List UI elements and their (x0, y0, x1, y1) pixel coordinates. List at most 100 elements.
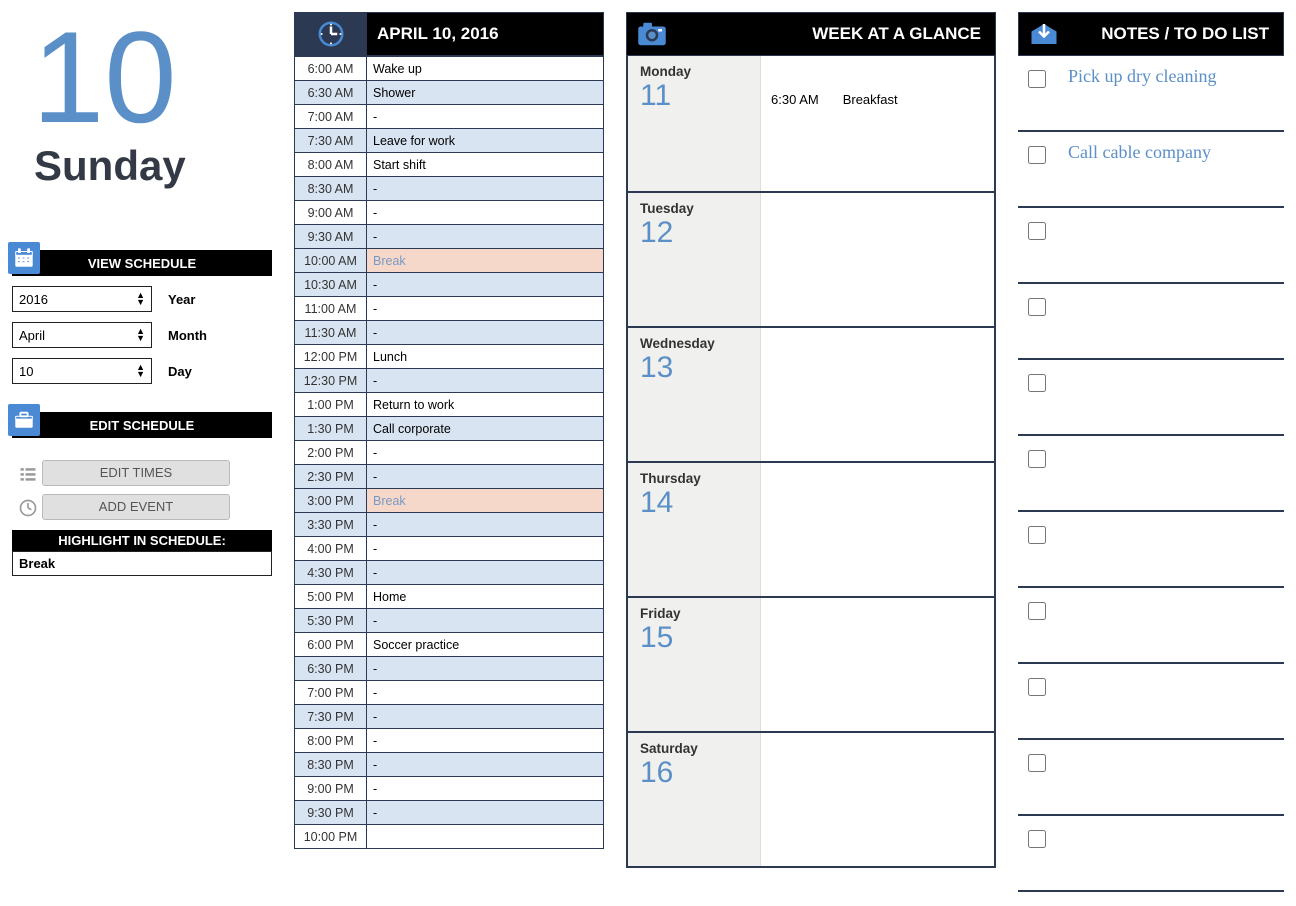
schedule-row[interactable]: 6:00 AMWake up (295, 57, 604, 81)
schedule-event[interactable]: - (367, 729, 604, 753)
note-checkbox[interactable] (1028, 222, 1046, 240)
week-day[interactable]: Wednesday13 (628, 326, 994, 461)
schedule-row[interactable]: 3:00 PMBreak (295, 489, 604, 513)
schedule-row[interactable]: 6:30 AMShower (295, 81, 604, 105)
note-text[interactable]: Pick up dry cleaning (1068, 66, 1216, 87)
schedule-event[interactable]: Soccer practice (367, 633, 604, 657)
schedule-row[interactable]: 5:30 PM- (295, 609, 604, 633)
week-day-events[interactable]: 6:30 AMBreakfast (760, 56, 994, 191)
schedule-event[interactable]: - (367, 753, 604, 777)
schedule-row[interactable]: 3:30 PM- (295, 513, 604, 537)
schedule-row[interactable]: 2:00 PM- (295, 441, 604, 465)
note-checkbox[interactable] (1028, 526, 1046, 544)
schedule-event[interactable]: - (367, 657, 604, 681)
week-day-events[interactable] (760, 598, 994, 731)
spinner-arrows-icon[interactable]: ▲▼ (136, 292, 145, 306)
highlight-input[interactable]: Break (12, 551, 272, 576)
schedule-event[interactable]: - (367, 177, 604, 201)
note-checkbox[interactable] (1028, 602, 1046, 620)
schedule-event[interactable]: - (367, 561, 604, 585)
schedule-row[interactable]: 5:00 PMHome (295, 585, 604, 609)
note-checkbox[interactable] (1028, 298, 1046, 316)
week-day[interactable]: Friday15 (628, 596, 994, 731)
day-spinner[interactable]: 10 ▲▼ (12, 358, 152, 384)
schedule-event[interactable]: - (367, 465, 604, 489)
schedule-row[interactable]: 2:30 PM- (295, 465, 604, 489)
month-spinner[interactable]: April ▲▼ (12, 322, 152, 348)
schedule-row[interactable]: 11:30 AM- (295, 321, 604, 345)
note-checkbox[interactable] (1028, 146, 1046, 164)
schedule-event[interactable]: - (367, 105, 604, 129)
note-checkbox[interactable] (1028, 450, 1046, 468)
schedule-event[interactable]: - (367, 513, 604, 537)
schedule-row[interactable]: 1:30 PMCall corporate (295, 417, 604, 441)
note-checkbox[interactable] (1028, 70, 1046, 88)
schedule-event[interactable] (367, 825, 604, 849)
schedule-row[interactable]: 10:00 PM (295, 825, 604, 849)
schedule-row[interactable]: 9:00 PM- (295, 777, 604, 801)
note-text[interactable]: Call cable company (1068, 142, 1211, 163)
schedule-row[interactable]: 6:30 PM- (295, 657, 604, 681)
schedule-event[interactable]: Return to work (367, 393, 604, 417)
schedule-row[interactable]: 8:30 PM- (295, 753, 604, 777)
note-checkbox[interactable] (1028, 754, 1046, 772)
schedule-row[interactable]: 10:00 AMBreak (295, 249, 604, 273)
week-day[interactable]: Saturday16 (628, 731, 994, 866)
week-day-events[interactable] (760, 733, 994, 866)
year-spinner[interactable]: 2016 ▲▼ (12, 286, 152, 312)
schedule-event[interactable]: - (367, 537, 604, 561)
schedule-row[interactable]: 10:30 AM- (295, 273, 604, 297)
schedule-event[interactable]: - (367, 705, 604, 729)
schedule-event[interactable]: - (367, 801, 604, 825)
spinner-arrows-icon[interactable]: ▲▼ (136, 328, 145, 342)
note-checkbox[interactable] (1028, 678, 1046, 696)
schedule-row[interactable]: 7:00 AM- (295, 105, 604, 129)
schedule-row[interactable]: 6:00 PMSoccer practice (295, 633, 604, 657)
spinner-arrows-icon[interactable]: ▲▼ (136, 364, 145, 378)
note-checkbox[interactable] (1028, 830, 1046, 848)
week-day-events[interactable] (760, 193, 994, 326)
schedule-row[interactable]: 1:00 PMReturn to work (295, 393, 604, 417)
edit-times-button[interactable]: EDIT TIMES (42, 460, 230, 486)
schedule-event[interactable]: - (367, 201, 604, 225)
schedule-event[interactable]: Leave for work (367, 129, 604, 153)
week-day-events[interactable] (760, 463, 994, 596)
schedule-event[interactable]: Break (367, 249, 604, 273)
schedule-row[interactable]: 4:00 PM- (295, 537, 604, 561)
schedule-row[interactable]: 8:00 PM- (295, 729, 604, 753)
schedule-event[interactable]: - (367, 777, 604, 801)
add-event-button[interactable]: ADD EVENT (42, 494, 230, 520)
schedule-event[interactable]: Lunch (367, 345, 604, 369)
schedule-event[interactable]: - (367, 273, 604, 297)
schedule-event[interactable]: Break (367, 489, 604, 513)
schedule-event[interactable]: Wake up (367, 57, 604, 81)
schedule-event[interactable]: Home (367, 585, 604, 609)
schedule-event[interactable]: - (367, 681, 604, 705)
schedule-row[interactable]: 8:00 AMStart shift (295, 153, 604, 177)
schedule-row[interactable]: 8:30 AM- (295, 177, 604, 201)
schedule-row[interactable]: 4:30 PM- (295, 561, 604, 585)
week-day[interactable]: Thursday14 (628, 461, 994, 596)
schedule-row[interactable]: 12:30 PM- (295, 369, 604, 393)
week-day-events[interactable] (760, 328, 994, 461)
schedule-event[interactable]: Shower (367, 81, 604, 105)
schedule-event[interactable]: Call corporate (367, 417, 604, 441)
schedule-event[interactable]: - (367, 369, 604, 393)
schedule-row[interactable]: 9:00 AM- (295, 201, 604, 225)
schedule-event[interactable]: Start shift (367, 153, 604, 177)
schedule-row[interactable]: 7:30 PM- (295, 705, 604, 729)
note-checkbox[interactable] (1028, 374, 1046, 392)
schedule-event[interactable]: - (367, 297, 604, 321)
schedule-row[interactable]: 9:30 PM- (295, 801, 604, 825)
schedule-row[interactable]: 12:00 PMLunch (295, 345, 604, 369)
schedule-event[interactable]: - (367, 609, 604, 633)
week-day[interactable]: Tuesday12 (628, 191, 994, 326)
schedule-event[interactable]: - (367, 441, 604, 465)
schedule-event[interactable]: - (367, 321, 604, 345)
schedule-row[interactable]: 9:30 AM- (295, 225, 604, 249)
schedule-row[interactable]: 7:00 PM- (295, 681, 604, 705)
week-day[interactable]: Monday116:30 AMBreakfast (628, 56, 994, 191)
schedule-event[interactable]: - (367, 225, 604, 249)
schedule-row[interactable]: 7:30 AMLeave for work (295, 129, 604, 153)
schedule-row[interactable]: 11:00 AM- (295, 297, 604, 321)
